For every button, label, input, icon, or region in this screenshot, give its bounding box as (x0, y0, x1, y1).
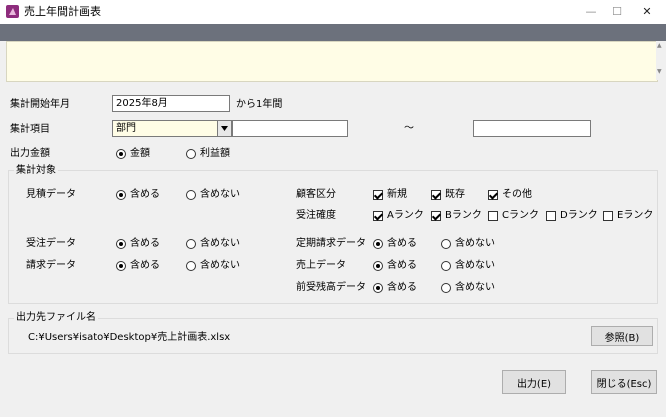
start-month-suffix: から1年間 (236, 99, 283, 110)
minimize-button[interactable]: — (580, 2, 602, 20)
output-path: C:¥Users¥isato¥Desktop¥売上計画表.xlsx (28, 332, 231, 343)
item-select[interactable]: 部門 (112, 120, 232, 137)
prepaid-balance-label: 前受残高データ (296, 282, 366, 293)
chevron-down-icon (221, 126, 228, 131)
maximize-button[interactable]: ☐ (606, 2, 628, 20)
rank-e-checkbox[interactable] (603, 211, 613, 221)
estimate-data-label: 見積データ (26, 189, 76, 200)
rank-d-checkbox[interactable] (546, 211, 556, 221)
item-select-value: 部門 (116, 123, 136, 134)
amount-option-label: 利益額 (200, 148, 230, 159)
periodic-exclude-label: 含めない (455, 238, 495, 249)
rank-e-label: Eランク (617, 210, 654, 221)
billing-data-label: 請求データ (26, 260, 76, 271)
order-include-radio[interactable] (116, 239, 126, 249)
app-icon (6, 5, 19, 18)
minimize-icon: — (585, 4, 597, 18)
range-separator: 〜 (404, 123, 414, 134)
scroll-up-icon: ▲ (657, 42, 662, 49)
amount-radio-rieki[interactable] (186, 149, 196, 159)
item-label: 集計項目 (10, 124, 50, 135)
output-button[interactable]: 出力(E) (502, 370, 566, 394)
range-end-field[interactable] (473, 120, 591, 137)
rank-c-checkbox[interactable] (488, 211, 498, 221)
periodic-include-radio[interactable] (373, 239, 383, 249)
customer-other-checkbox[interactable] (488, 190, 498, 200)
close-button[interactable]: 閉じる(Esc) (591, 370, 657, 394)
customer-other-label: その他 (502, 189, 532, 200)
header-band (0, 24, 666, 41)
order-exclude-radio[interactable] (186, 239, 196, 249)
message-area (6, 41, 658, 82)
maximize-icon: ☐ (612, 4, 622, 18)
close-icon: ✕ (642, 4, 652, 18)
item-select-dropdown[interactable] (217, 121, 231, 136)
periodic-exclude-radio[interactable] (441, 239, 451, 249)
order-data-label: 受注データ (26, 238, 76, 249)
estimate-include-radio[interactable] (116, 190, 126, 200)
periodic-include-label: 含める (387, 238, 417, 249)
browse-button[interactable]: 参照(B) (591, 326, 653, 346)
customer-new-checkbox[interactable] (373, 190, 383, 200)
order-exclude-label: 含めない (200, 238, 240, 249)
close-window-button[interactable]: ✕ (636, 2, 658, 20)
prepaid-exclude-label: 含めない (455, 282, 495, 293)
billing-include-radio[interactable] (116, 261, 126, 271)
estimate-exclude-label: 含めない (200, 189, 240, 200)
item-name-field[interactable] (232, 120, 348, 137)
window-title: 売上年間計画表 (24, 5, 101, 18)
prepaid-include-label: 含める (387, 282, 417, 293)
sales-include-radio[interactable] (373, 261, 383, 271)
periodic-billing-label: 定期請求データ (296, 238, 366, 249)
customer-new-label: 新規 (387, 189, 407, 200)
billing-exclude-radio[interactable] (186, 261, 196, 271)
customer-existing-checkbox[interactable] (431, 190, 441, 200)
sales-exclude-label: 含めない (455, 260, 495, 271)
scroll-down-icon: ▼ (657, 68, 662, 75)
sales-data-label: 売上データ (296, 260, 346, 271)
rank-a-checkbox[interactable] (373, 211, 383, 221)
start-month-label: 集計開始年月 (10, 99, 70, 110)
rank-d-label: Dランク (560, 210, 598, 221)
customer-type-label: 顧客区分 (296, 189, 336, 200)
sales-include-label: 含める (387, 260, 417, 271)
certainty-label: 受注確度 (296, 210, 336, 221)
rank-c-label: Cランク (502, 210, 539, 221)
customer-existing-label: 既存 (445, 189, 465, 200)
billing-include-label: 含める (130, 260, 160, 271)
estimate-exclude-radio[interactable] (186, 190, 196, 200)
output-group-title: 出力先ファイル名 (14, 311, 98, 324)
amount-option-label: 金額 (130, 148, 150, 159)
billing-exclude-label: 含めない (200, 260, 240, 271)
amount-label: 出力金額 (10, 148, 50, 159)
sales-exclude-radio[interactable] (441, 261, 451, 271)
prepaid-exclude-radio[interactable] (441, 283, 451, 293)
target-group-title: 集計対象 (14, 164, 58, 177)
prepaid-include-radio[interactable] (373, 283, 383, 293)
start-month-input[interactable]: 2025年8月 (112, 95, 230, 112)
rank-b-checkbox[interactable] (431, 211, 441, 221)
rank-b-label: Bランク (445, 210, 482, 221)
rank-a-label: Aランク (387, 210, 424, 221)
message-scrollbar[interactable]: ▲ ▼ (656, 41, 666, 80)
estimate-include-label: 含める (130, 189, 160, 200)
amount-radio-kingaku[interactable] (116, 149, 126, 159)
order-include-label: 含める (130, 238, 160, 249)
